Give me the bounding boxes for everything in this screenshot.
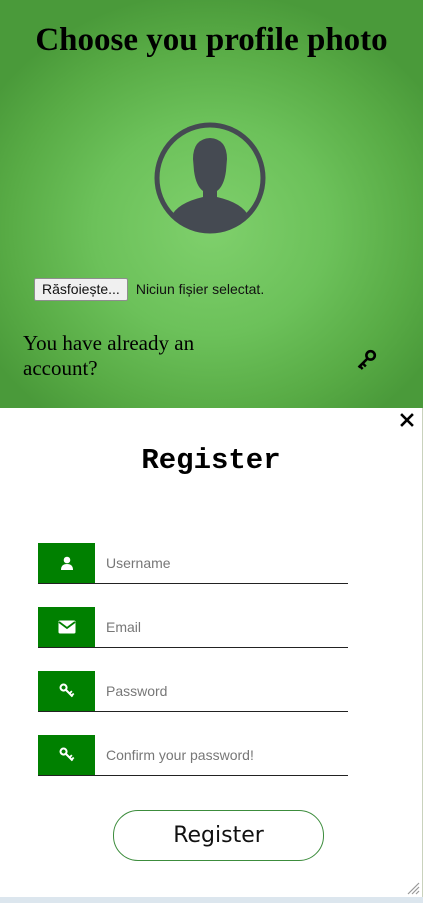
username-field-group	[38, 543, 348, 584]
resize-grip-icon[interactable]	[406, 881, 420, 895]
close-icon[interactable]	[399, 412, 415, 428]
browse-button[interactable]: Răsfoiește...	[34, 277, 128, 301]
username-input[interactable]	[95, 543, 348, 582]
profile-photo-section: Choose you profile photo Răsfoiește... N…	[0, 0, 423, 408]
email-field-group	[38, 607, 348, 648]
bottom-strip	[0, 897, 423, 903]
confirm-password-field-group	[38, 735, 348, 776]
register-button[interactable]: Register	[113, 810, 324, 861]
user-icon	[38, 543, 95, 583]
photo-section-title: Choose you profile photo	[35, 22, 388, 58]
register-title: Register	[141, 444, 281, 477]
key-icon	[38, 735, 95, 775]
key-icon	[38, 671, 95, 711]
file-status-text: Niciun fișier selectat.	[135, 281, 265, 297]
confirm-password-input[interactable]	[95, 735, 348, 774]
file-input[interactable]: Răsfoiește... Niciun fișier selectat.	[34, 277, 264, 301]
user-silhouette-icon	[154, 122, 266, 234]
password-field-group	[38, 671, 348, 712]
email-input[interactable]	[95, 607, 348, 646]
register-panel: Register Username Email Register	[0, 408, 423, 897]
password-input[interactable]	[95, 671, 348, 710]
have-account-text: You have already an account?	[23, 331, 195, 380]
key-icon[interactable]	[354, 348, 378, 372]
envelope-icon	[38, 607, 95, 647]
